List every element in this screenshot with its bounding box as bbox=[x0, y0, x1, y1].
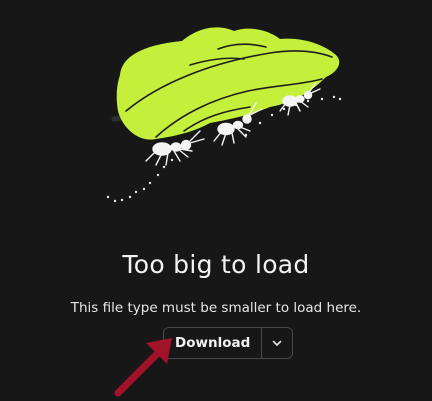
chevron-down-icon bbox=[272, 340, 282, 346]
download-split-button: Download bbox=[163, 327, 294, 359]
page-title: Too big to load bbox=[122, 250, 310, 279]
pointer-arrow bbox=[114, 338, 172, 397]
leaf bbox=[116, 27, 340, 140]
more-options-button[interactable] bbox=[262, 328, 293, 358]
ants-carrying-leaf-illustration bbox=[106, 27, 342, 203]
empty-state-page: Too big to load This file type must be s… bbox=[0, 0, 432, 401]
file-size-message: This file type must be smaller to load h… bbox=[70, 300, 362, 316]
